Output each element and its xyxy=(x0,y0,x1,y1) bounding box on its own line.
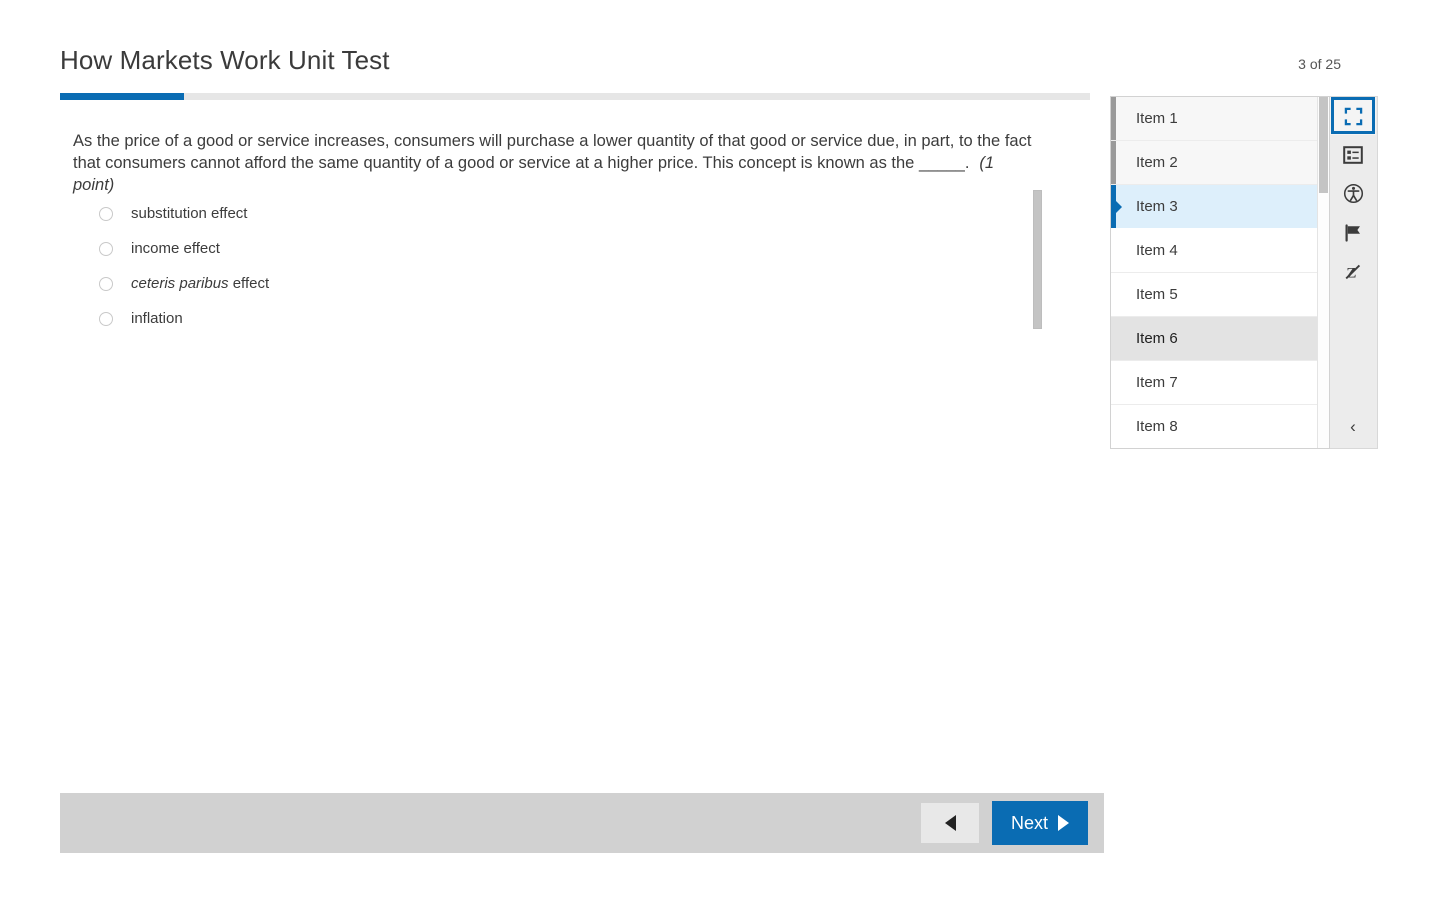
chevron-left-icon: ‹ xyxy=(1350,416,1356,436)
answer-option[interactable]: substitution effect xyxy=(73,196,973,231)
flag-icon xyxy=(1345,223,1360,242)
item-nav-label: Item 7 xyxy=(1136,374,1178,391)
item-list: Item 1 Item 2 Item 3 Item 4 Item 5 Item 6 Item… xyxy=(1111,97,1318,448)
flag-button[interactable] xyxy=(1330,213,1376,252)
current-item-arrow-icon xyxy=(1116,200,1122,213)
question-text: As the price of a good or service increa… xyxy=(73,130,1033,196)
item-list-scrollbar-thumb[interactable] xyxy=(1319,97,1328,193)
item-navigator-panel: Item 1 Item 2 Item 3 Item 4 Item 5 Item 6 Item… xyxy=(1110,96,1330,449)
question-body: As the price of a good or service increa… xyxy=(73,132,1032,172)
item-nav-row[interactable]: Item 8 xyxy=(1111,405,1318,448)
accessibility-icon xyxy=(1343,183,1363,204)
question-scrollbar[interactable] xyxy=(1033,190,1042,329)
accessibility-button[interactable] xyxy=(1330,174,1376,213)
item-nav-label: Item 1 xyxy=(1136,110,1178,127)
item-nav-label: Item 2 xyxy=(1136,154,1178,171)
answer-option-label: income effect xyxy=(131,239,220,257)
next-button[interactable]: Next xyxy=(992,801,1088,845)
question-panel: As the price of a good or service increa… xyxy=(60,108,1090,768)
assessment-page: How Markets Work Unit Test 3 of 25 As th… xyxy=(0,0,1440,900)
strikethrough-z-icon: Z xyxy=(1345,264,1361,281)
arrow-right-icon xyxy=(1058,815,1069,831)
item-nav-label: Item 3 xyxy=(1136,198,1178,215)
fullscreen-button[interactable] xyxy=(1330,97,1376,135)
eliminate-choice-button[interactable]: Z xyxy=(1330,252,1376,291)
tool-rail: Z ‹ xyxy=(1330,96,1378,449)
item-list-scrollbar-track[interactable] xyxy=(1317,97,1329,448)
answer-options: substitution effect income effect ceteris … xyxy=(73,196,973,336)
selected-outline xyxy=(1331,97,1375,134)
item-review-list-icon xyxy=(1343,145,1363,164)
item-nav-row[interactable]: Item 4 xyxy=(1111,229,1318,273)
answer-option[interactable]: inflation xyxy=(73,301,973,336)
answer-option-label: ceteris paribus effect xyxy=(131,274,270,292)
answer-option[interactable]: ceteris paribus effect xyxy=(73,266,973,301)
radio-button[interactable] xyxy=(99,311,113,326)
item-nav-label: Item 4 xyxy=(1136,242,1178,259)
item-nav-label: Item 8 xyxy=(1136,418,1178,435)
next-button-label: Next xyxy=(1010,813,1048,833)
progress-bar-fill xyxy=(60,93,184,100)
navigation-footer: Next xyxy=(60,793,1104,853)
radio-button[interactable] xyxy=(99,241,113,256)
item-nav-label: Item 6 xyxy=(1136,330,1178,347)
item-nav-row[interactable]: Item 5 xyxy=(1111,273,1318,317)
progress-bar xyxy=(60,93,1090,100)
item-nav-row[interactable]: Item 3 xyxy=(1111,185,1318,229)
question-counter: 3 of 25 xyxy=(1298,56,1341,72)
arrow-left-icon xyxy=(944,815,956,831)
radio-button[interactable] xyxy=(99,206,113,221)
answer-option[interactable]: income effect xyxy=(73,231,973,266)
page-title: How Markets Work Unit Test xyxy=(60,45,390,75)
previous-button[interactable] xyxy=(921,803,979,843)
answer-option-label: inflation xyxy=(131,309,183,327)
item-review-button[interactable] xyxy=(1330,135,1376,174)
item-nav-row[interactable]: Item 6 xyxy=(1111,317,1318,361)
item-nav-row[interactable]: Item 7 xyxy=(1111,361,1318,405)
item-nav-row[interactable]: Item 2 xyxy=(1111,141,1318,185)
item-nav-row[interactable]: Item 1 xyxy=(1111,97,1318,141)
collapse-panel-button[interactable]: ‹ xyxy=(1330,404,1376,448)
answer-option-label: substitution effect xyxy=(131,204,248,222)
radio-button[interactable] xyxy=(99,276,113,291)
item-nav-label: Item 5 xyxy=(1136,286,1178,303)
